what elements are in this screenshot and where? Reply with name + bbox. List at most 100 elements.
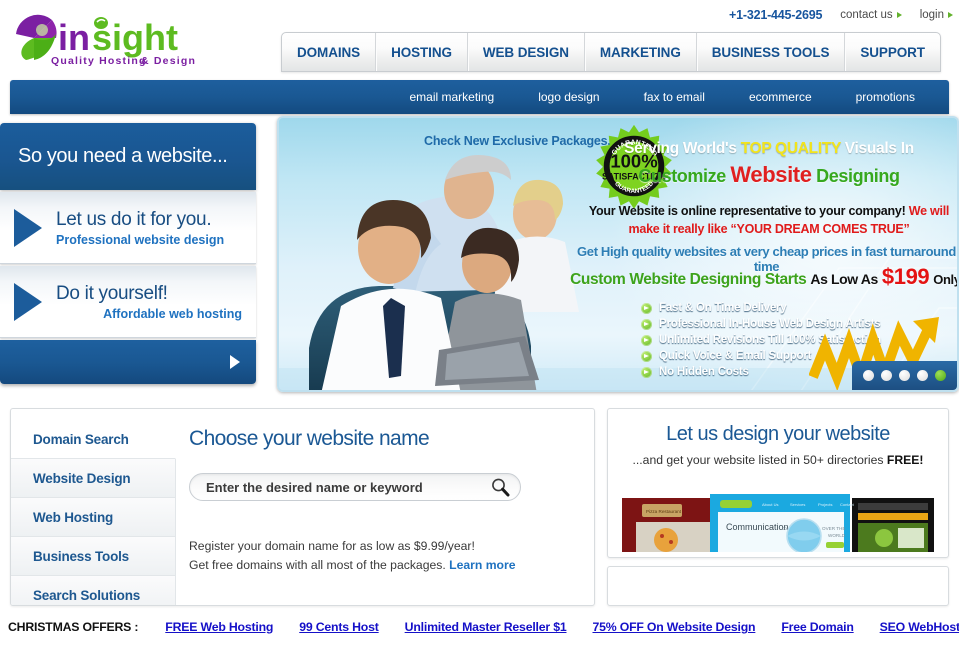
arrow-bullet-icon [641,350,652,362]
carousel-dot-5[interactable] [935,370,946,381]
tab-website-design[interactable]: Website Design [11,459,176,498]
arrow-bullet-icon [641,302,652,314]
contact-us-label: contact us [840,9,893,21]
carousel-dot-1[interactable] [863,370,874,381]
pricing-line-1: Register your domain name for as low as … [189,539,475,553]
website-options-heading-text: So you need a website... [18,145,228,167]
design-subtitle-text: ...and get your website listed in 50+ di… [632,453,887,467]
carousel-dot-3[interactable] [899,370,910,381]
website-options-heading: So you need a website... [0,123,256,190]
domain-pricing-note: Register your domain name for as low as … [189,537,516,575]
site-logo[interactable]: in sight Quality Hosting & Design [8,8,198,68]
arrow-bullet-icon [641,334,652,346]
price-value: $199 [881,264,930,289]
option-do-it-yourself[interactable]: Do it yourself! Affordable web hosting [0,266,256,338]
banner-paragraph-1: Your Website is online representative to… [574,202,957,238]
contact-us-link[interactable]: contact us [840,9,902,21]
nav-domains[interactable]: DOMAINS [282,33,377,71]
arrow-right-icon [0,282,56,321]
offer-free-web-hosting[interactable]: FREE Web Hosting [165,620,273,634]
headline-part: Customize [638,166,731,186]
svg-text:Contact: Contact [840,502,855,507]
search-icon[interactable] [490,477,510,497]
banner-price-line: Custom Website Designing Starts As Low A… [569,264,957,290]
triangle-right-icon [896,11,902,18]
page-header: in sight Quality Hosting & Design +1-321… [0,0,959,78]
domain-search-card: Domain Search Website Design Web Hosting… [10,408,595,606]
headline-part: Designing [811,166,900,186]
hero-banner[interactable]: Check New Exclusive Packages... GUARANTE… [277,116,959,392]
subnav-fax-to-email[interactable]: fax to email [622,90,727,104]
tab-search-solutions[interactable]: Search Solutions [11,576,176,605]
triangle-right-icon [948,11,953,18]
design-portfolio-thumbnails[interactable]: Pizza Restaurant About Us Services Projec… [622,494,934,552]
panel-next-button[interactable] [0,340,256,384]
paragraph-part: Your Website is online representative to… [588,204,909,218]
domain-search-box[interactable] [189,473,521,501]
svg-text:Communication: Communication [726,522,789,532]
svg-text:& Design: & Design [141,55,196,67]
subnav-logo-design[interactable]: logo design [516,90,621,104]
feature-label: No Hidden Costs [659,366,749,378]
login-label: login [919,9,944,21]
arrow-right-icon [230,355,240,369]
nav-hosting[interactable]: HOSTING [376,33,468,71]
banner-headline-1: Serving World's TOP QUALITY Visuals In [579,140,957,158]
svg-text:Pizza Restaurant: Pizza Restaurant [646,509,682,514]
offer-free-domain[interactable]: Free Domain [781,620,853,634]
price-label: Custom Website Designing Starts [570,271,807,288]
svg-text:About Us: About Us [762,502,778,507]
option-title: Let us do it for you. [56,208,212,230]
feature-label: Fast & On Time Delivery [659,302,787,314]
svg-text:Services: Services [790,502,805,507]
arrow-bullet-icon [641,318,652,330]
learn-more-link[interactable]: Learn more [449,558,515,572]
subnav-email-marketing[interactable]: email marketing [387,90,516,104]
empty-panel [607,566,949,606]
nav-support[interactable]: SUPPORT [845,33,940,71]
svg-text:Projects: Projects [818,502,832,507]
option-subtitle: Affordable web hosting [103,306,242,321]
christmas-offers-bar: CHRISTMAS OFFERS : FREE Web Hosting 99 C… [0,612,959,642]
banner-headline-2: Customize Website Designing [579,162,957,188]
paragraph-highlight: make it really like “YOUR DREAM COMES TR… [628,222,910,236]
offer-unlimited-master-reseller[interactable]: Unlimited Master Reseller $1 [405,620,567,634]
subnav-promotions[interactable]: promotions [834,90,937,104]
pricing-line-2-text: Get free domains with all most of the pa… [189,558,450,572]
carousel-dot-2[interactable] [881,370,892,381]
phone-number: +1-321-445-2695 [729,8,823,22]
tab-web-hosting[interactable]: Web Hosting [11,498,176,537]
header-utility-links: +1-321-445-2695 contact us login [729,8,953,22]
nav-marketing[interactable]: MARKETING [585,33,697,71]
offer-75-off-website-design[interactable]: 75% OFF On Website Design [592,620,755,634]
design-subtitle-emphasis: FREE! [886,453,924,467]
option-let-us-do-it[interactable]: Let us do it for you. Professional websi… [0,192,256,264]
price-prefix: As Low As [810,271,878,287]
headline-part: Visuals In [840,140,914,157]
svg-text:OVER THE: OVER THE [822,526,845,531]
svg-text:co: co [782,526,787,531]
design-card-subtitle: ...and get your website listed in 50+ di… [608,453,948,467]
service-tabs: Domain Search Website Design Web Hosting… [11,409,176,605]
svg-text:WORLD: WORLD [828,533,846,538]
headline-part: Serving World's [624,140,741,157]
subnav-ecommerce[interactable]: ecommerce [727,90,834,104]
headline-highlight: Website [730,162,812,187]
login-link[interactable]: login [920,9,953,21]
offer-seo-webhosting[interactable]: SEO WebHosting [880,620,959,634]
carousel-dot-4[interactable] [917,370,928,381]
domain-search-heading: Choose your website name [189,427,430,450]
domain-search-input[interactable] [204,478,490,496]
nav-business-tools[interactable]: BUSINESS TOOLS [697,33,846,71]
nav-web-design[interactable]: WEB DESIGN [468,33,585,71]
tab-business-tools[interactable]: Business Tools [11,537,176,576]
offer-99-cents-host[interactable]: 99 Cents Host [299,620,379,634]
main-navigation: DOMAINS HOSTING WEB DESIGN MARKETING BUS… [281,32,941,72]
headline-highlight: TOP QUALITY [740,140,841,157]
option-subtitle: Professional website design [56,232,225,247]
tab-domain-search[interactable]: Domain Search [11,420,176,459]
website-options-panel: So you need a website... Let us do it fo… [0,123,256,384]
secondary-navigation: email marketing logo design fax to email… [10,80,949,114]
paragraph-highlight: We will [908,204,950,218]
price-suffix: Only. [933,272,957,287]
